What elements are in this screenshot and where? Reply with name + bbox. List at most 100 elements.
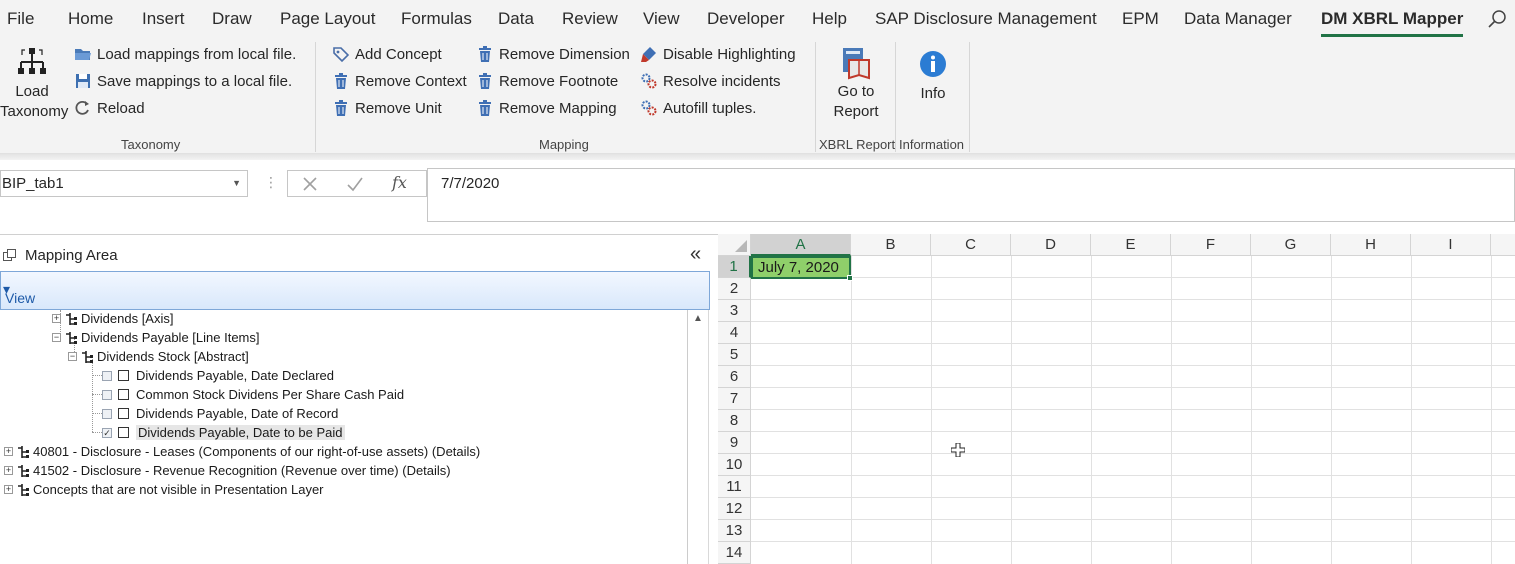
save-disk-icon [76, 74, 90, 88]
concept-box [118, 427, 129, 438]
tab-developer[interactable]: Developer [707, 9, 785, 29]
tab-insert[interactable]: Insert [142, 9, 185, 29]
row-header-4[interactable]: 4 [718, 322, 751, 344]
splitter-grip-icon[interactable]: ⋮ [264, 174, 278, 191]
reload-icon [75, 100, 89, 115]
tab-epm[interactable]: EPM [1122, 9, 1159, 29]
column-header-b[interactable]: B [851, 234, 931, 256]
expand-icon[interactable]: + [52, 314, 61, 323]
autofill-tuples-button[interactable]: Autofill tuples. [640, 97, 756, 119]
disable-highlighting-button[interactable]: Disable Highlighting [640, 43, 796, 65]
remove-dimension-button[interactable]: Remove Dimension [476, 43, 630, 65]
row-header-9[interactable]: 9 [718, 432, 751, 454]
row-header-6[interactable]: 6 [718, 366, 751, 388]
column-header-a[interactable]: A [751, 234, 851, 256]
row-header-7[interactable]: 7 [718, 388, 751, 410]
tab-dm-xbrl-mapper[interactable]: DM XBRL Mapper [1321, 9, 1464, 37]
row-header-8[interactable]: 8 [718, 410, 751, 432]
go-to-report-button[interactable]: Go to Report [828, 46, 884, 122]
group-label-mapping: Mapping [539, 137, 589, 152]
scroll-up-icon[interactable]: ▲ [693, 313, 703, 324]
tab-file[interactable]: File [7, 9, 34, 29]
info-button[interactable]: Info [909, 48, 957, 104]
insert-function-icon[interactable]: fx [392, 173, 407, 192]
search-icon[interactable] [1487, 9, 1507, 29]
row-header-1[interactable]: 1 [718, 256, 751, 278]
load-taxonomy-button[interactable]: Load Taxonomy [0, 46, 68, 122]
tab-view[interactable]: View [643, 9, 680, 29]
tree-checkbox[interactable] [102, 389, 112, 400]
tree-scrollbar[interactable]: ▲ [688, 310, 709, 564]
column-header-partial[interactable] [1491, 234, 1515, 256]
row-header-13[interactable]: 13 [718, 520, 751, 542]
load-mappings-button[interactable]: Load mappings from local file. [74, 43, 296, 65]
expand-icon[interactable]: + [4, 485, 13, 494]
tree-node-label: Dividends Payable [Line Items] [81, 330, 260, 345]
tree-checkbox-checked[interactable]: ✓ [102, 427, 112, 438]
concept-box [118, 389, 129, 400]
column-header-i[interactable]: I [1411, 234, 1491, 256]
collapse-pane-icon[interactable]: « [690, 243, 701, 266]
row-header-5[interactable]: 5 [718, 344, 751, 366]
worksheet-grid[interactable]: A B C D E F G H I 1 2 3 4 5 6 7 8 9 10 1… [718, 234, 1515, 564]
tab-draw[interactable]: Draw [212, 9, 252, 29]
column-header-f[interactable]: F [1171, 234, 1251, 256]
tree-node[interactable]: Dividends Payable, Date Declared [102, 366, 334, 385]
remove-footnote-button[interactable]: Remove Footnote [476, 70, 618, 92]
remove-context-button[interactable]: Remove Context [332, 70, 467, 92]
collapse-icon[interactable]: − [68, 352, 77, 361]
tree-node[interactable]: Common Stock Dividens Per Share Cash Pai… [102, 385, 404, 404]
row-header-2[interactable]: 2 [718, 278, 751, 300]
formula-input[interactable]: 7/7/2020 [427, 168, 1515, 222]
column-header-h[interactable]: H [1331, 234, 1411, 256]
cell-a1-value: July 7, 2020 [758, 259, 839, 276]
tab-formulas[interactable]: Formulas [401, 9, 472, 29]
row-header-14[interactable]: 14 [718, 542, 751, 564]
expand-icon[interactable]: + [4, 447, 13, 456]
collapse-icon[interactable]: − [52, 333, 61, 342]
chevron-down-icon[interactable]: ▼ [232, 171, 241, 196]
tree-node[interactable]: − Dividends Stock [Abstract] [68, 347, 249, 366]
row-header-10[interactable]: 10 [718, 454, 751, 476]
enter-check-icon[interactable] [346, 176, 364, 192]
hierarchy-icon [66, 312, 77, 325]
column-header-c[interactable]: C [931, 234, 1011, 256]
row-header-3[interactable]: 3 [718, 300, 751, 322]
tab-data-manager[interactable]: Data Manager [1184, 9, 1292, 29]
view-menu[interactable]: View ▾ [3, 281, 35, 306]
save-mappings-button[interactable]: Save mappings to a local file. [74, 70, 292, 92]
row-header-12[interactable]: 12 [718, 498, 751, 520]
tree-checkbox[interactable] [102, 370, 112, 381]
column-header-d[interactable]: D [1011, 234, 1091, 256]
fill-handle[interactable] [847, 275, 853, 281]
tab-data[interactable]: Data [498, 9, 534, 29]
select-all-corner[interactable] [718, 234, 751, 256]
tree-node[interactable]: + Concepts that are not visible in Prese… [4, 480, 324, 499]
expand-icon[interactable]: + [4, 466, 13, 475]
tree-checkbox[interactable] [102, 408, 112, 419]
taxonomy-tree-icon [18, 48, 46, 74]
remove-mapping-button[interactable]: Remove Mapping [476, 97, 617, 119]
tab-review[interactable]: Review [562, 9, 618, 29]
cell-a1[interactable]: July 7, 2020 [751, 256, 851, 279]
tree-node-label: Dividends Payable, Date Declared [136, 368, 334, 383]
reload-button[interactable]: Reload [74, 97, 145, 119]
tree-node-selected[interactable]: ✓ Dividends Payable, Date to be Paid [102, 423, 345, 442]
tree-node[interactable]: + 41502 - Disclosure - Revenue Recogniti… [4, 461, 451, 480]
column-header-g[interactable]: G [1251, 234, 1331, 256]
tree-node[interactable]: + 40801 - Disclosure - Leases (Component… [4, 442, 480, 461]
tree-node[interactable]: − Dividends Payable [Line Items] [52, 328, 259, 347]
cancel-icon[interactable] [302, 176, 318, 192]
tab-home[interactable]: Home [68, 9, 113, 29]
column-header-e[interactable]: E [1091, 234, 1171, 256]
tree-node[interactable]: Dividends Payable, Date of Record [102, 404, 338, 423]
tree-node[interactable]: + Dividends [Axis] [52, 309, 173, 328]
tab-sap-disclosure-management[interactable]: SAP Disclosure Management [875, 9, 1097, 29]
add-concept-button[interactable]: Add Concept [332, 43, 442, 65]
name-box[interactable]: BIP_tab1 ▼ [0, 170, 248, 197]
remove-unit-button[interactable]: Remove Unit [332, 97, 442, 119]
tab-page-layout[interactable]: Page Layout [280, 9, 375, 29]
tab-help[interactable]: Help [812, 9, 847, 29]
row-header-11[interactable]: 11 [718, 476, 751, 498]
resolve-incidents-button[interactable]: Resolve incidents [640, 70, 781, 92]
